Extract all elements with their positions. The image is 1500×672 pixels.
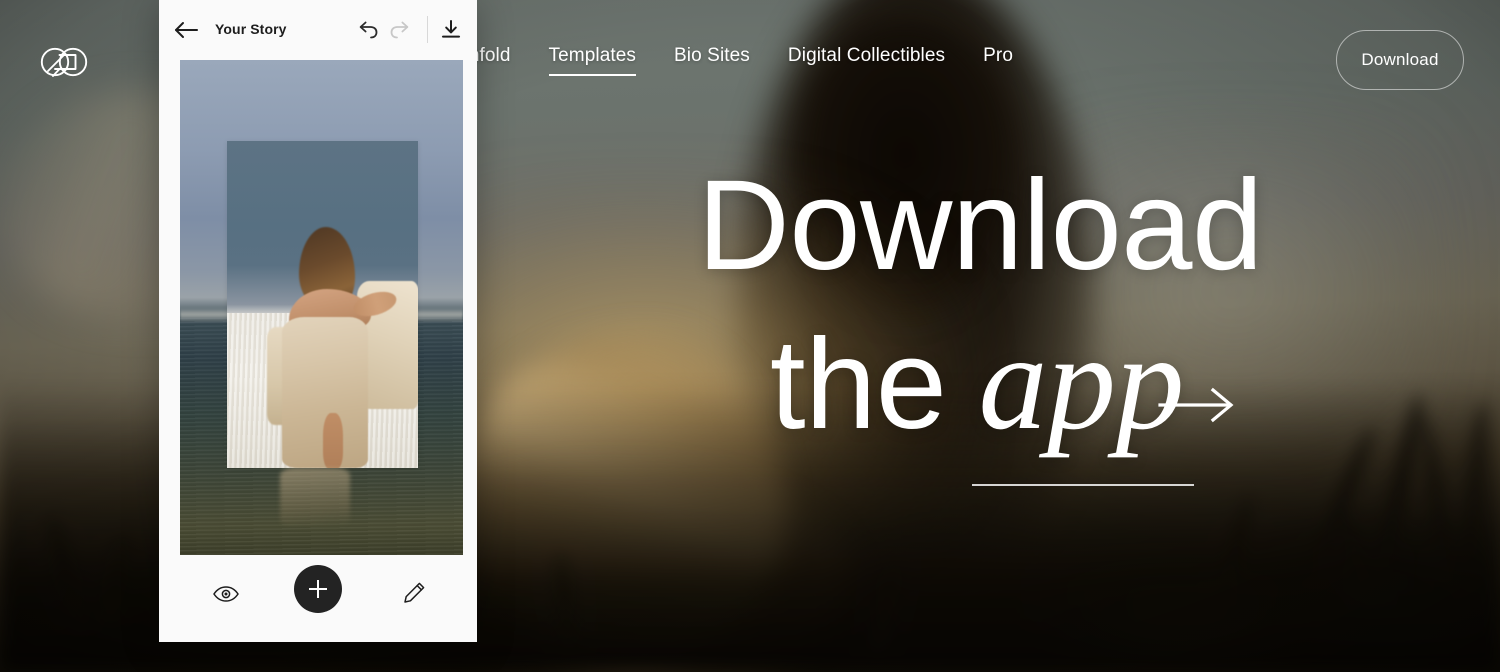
template-canvas[interactable]	[180, 60, 463, 555]
preview-button[interactable]	[212, 582, 240, 606]
eye-icon	[213, 586, 239, 602]
nav-links: Unfold Templates Bio Sites Digital Colle…	[455, 45, 1013, 76]
download-button[interactable]: Download	[1336, 30, 1464, 90]
canvas-outer-dress-overlap	[280, 468, 350, 526]
redo-icon	[390, 21, 409, 39]
add-button[interactable]	[294, 565, 342, 613]
app-mockup-panel: Your Story	[159, 0, 477, 642]
nav-link-bio-sites[interactable]: Bio Sites	[674, 45, 750, 76]
inner-photo-leg	[323, 413, 343, 468]
canvas-inner-photo-frame[interactable]	[227, 141, 418, 468]
header-divider	[427, 16, 428, 43]
undo-icon	[359, 21, 378, 39]
edit-button[interactable]	[401, 580, 427, 606]
nav-link-pro[interactable]: Pro	[983, 45, 1013, 76]
page-root: Unfold Templates Bio Sites Digital Colle…	[0, 0, 1500, 672]
back-arrow-icon	[175, 22, 198, 38]
nav-link-digital-collectibles[interactable]: Digital Collectibles	[788, 45, 945, 76]
unfold-logo-icon	[40, 47, 88, 77]
editor-title: Your Story	[215, 21, 287, 37]
app-editor-toolbar	[159, 556, 477, 642]
back-button[interactable]	[173, 18, 199, 42]
undo-button[interactable]	[357, 19, 379, 41]
arrow-right-icon	[1158, 387, 1234, 423]
download-icon	[442, 20, 460, 38]
hero-arrow-right[interactable]	[1158, 386, 1238, 424]
pencil-icon	[404, 582, 425, 603]
app-editor-header: Your Story	[159, 0, 477, 60]
nav-link-templates[interactable]: Templates	[548, 45, 637, 76]
redo-button[interactable]	[389, 19, 411, 41]
unfold-logo[interactable]	[38, 38, 90, 86]
export-button[interactable]	[439, 18, 463, 42]
